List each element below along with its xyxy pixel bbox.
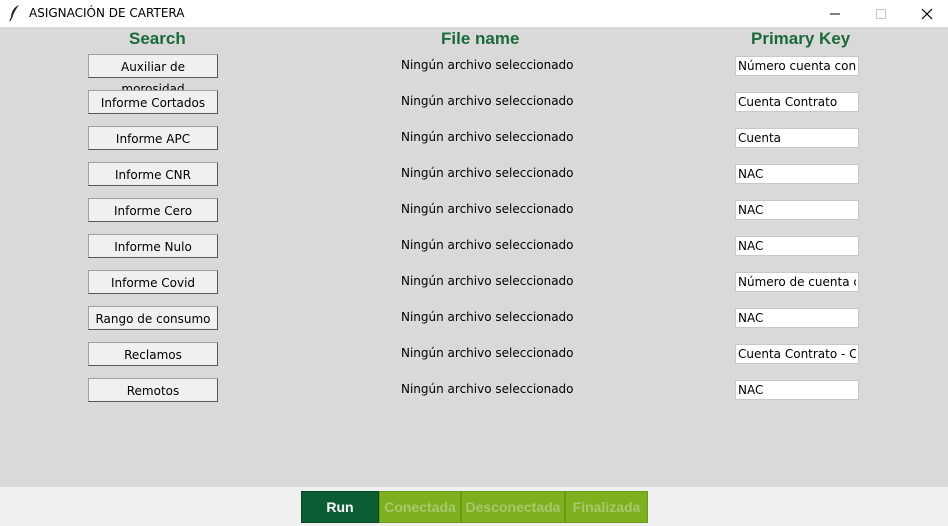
file-name-label: Ningún archivo seleccionado <box>401 58 574 72</box>
file-name-label: Ningún archivo seleccionado <box>401 202 574 216</box>
informe-cortados-button[interactable]: Informe Cortados <box>88 90 218 114</box>
status-finished: Finalizada <box>565 491 648 523</box>
file-name-label: Ningún archivo seleccionado <box>401 166 574 180</box>
file-row: Informe CNR Ningún archivo seleccionado <box>0 162 948 188</box>
search-header: Search <box>129 29 186 48</box>
file-row: Informe Cortados Ningún archivo seleccio… <box>0 90 948 116</box>
file-name-label: Ningún archivo seleccionado <box>401 238 574 252</box>
file-row: Reclamos Ningún archivo seleccionado <box>0 342 948 368</box>
file-name-header: File name <box>441 29 520 48</box>
file-row: Auxiliar de morosidad Ningún archivo sel… <box>0 54 948 96</box>
minimize-button[interactable] <box>812 0 858 27</box>
primary-key-input[interactable] <box>735 308 859 328</box>
file-name-label: Ningún archivo seleccionado <box>401 274 574 288</box>
primary-key-input[interactable] <box>735 380 859 400</box>
reclamos-button[interactable]: Reclamos <box>88 342 218 366</box>
main-panel: Search File name Primary Key Auxiliar de… <box>0 27 948 487</box>
primary-key-header: Primary Key <box>751 29 851 48</box>
primary-key-input[interactable] <box>735 56 859 76</box>
file-name-label: Ningún archivo seleccionado <box>401 130 574 144</box>
file-row: Informe APC Ningún archivo seleccionado <box>0 126 948 152</box>
run-button[interactable]: Run <box>301 491 379 523</box>
feather-icon <box>8 4 22 22</box>
file-row: Remotos Ningún archivo seleccionado <box>0 378 948 404</box>
primary-key-input[interactable] <box>735 164 859 184</box>
file-name-label: Ningún archivo seleccionado <box>401 346 574 360</box>
primary-key-input[interactable] <box>735 272 859 292</box>
remotos-button[interactable]: Remotos <box>88 378 218 402</box>
informe-cnr-button[interactable]: Informe CNR <box>88 162 218 186</box>
title-bar: ASIGNACIÓN DE CARTERA <box>0 0 948 27</box>
informe-covid-button[interactable]: Informe Covid <box>88 270 218 294</box>
status-disconnected: Desconectada <box>461 491 565 523</box>
auxiliar-morosidad-button[interactable]: Auxiliar de morosidad <box>88 54 218 96</box>
file-row: Informe Nulo Ningún archivo seleccionado <box>0 234 948 260</box>
status-bar: Run Conectada Desconectada Finalizada <box>0 487 948 526</box>
primary-key-input[interactable] <box>735 344 859 364</box>
informe-nulo-button[interactable]: Informe Nulo <box>88 234 218 258</box>
status-connected: Conectada <box>379 491 461 523</box>
file-name-label: Ningún archivo seleccionado <box>401 310 574 324</box>
informe-apc-button[interactable]: Informe APC <box>88 126 218 150</box>
rango-consumo-button[interactable]: Rango de consumo <box>88 306 218 330</box>
close-button[interactable] <box>904 0 948 27</box>
file-row: Informe Covid Ningún archivo seleccionad… <box>0 270 948 296</box>
maximize-button[interactable] <box>858 0 904 27</box>
file-row: Rango de consumo Ningún archivo seleccio… <box>0 306 948 332</box>
primary-key-input[interactable] <box>735 92 859 112</box>
informe-cero-button[interactable]: Informe Cero <box>88 198 218 222</box>
primary-key-input[interactable] <box>735 128 859 148</box>
file-name-label: Ningún archivo seleccionado <box>401 382 574 396</box>
file-name-label: Ningún archivo seleccionado <box>401 94 574 108</box>
primary-key-input[interactable] <box>735 236 859 256</box>
file-row: Informe Cero Ningún archivo seleccionado <box>0 198 948 224</box>
primary-key-input[interactable] <box>735 200 859 220</box>
window-title: ASIGNACIÓN DE CARTERA <box>29 6 185 20</box>
